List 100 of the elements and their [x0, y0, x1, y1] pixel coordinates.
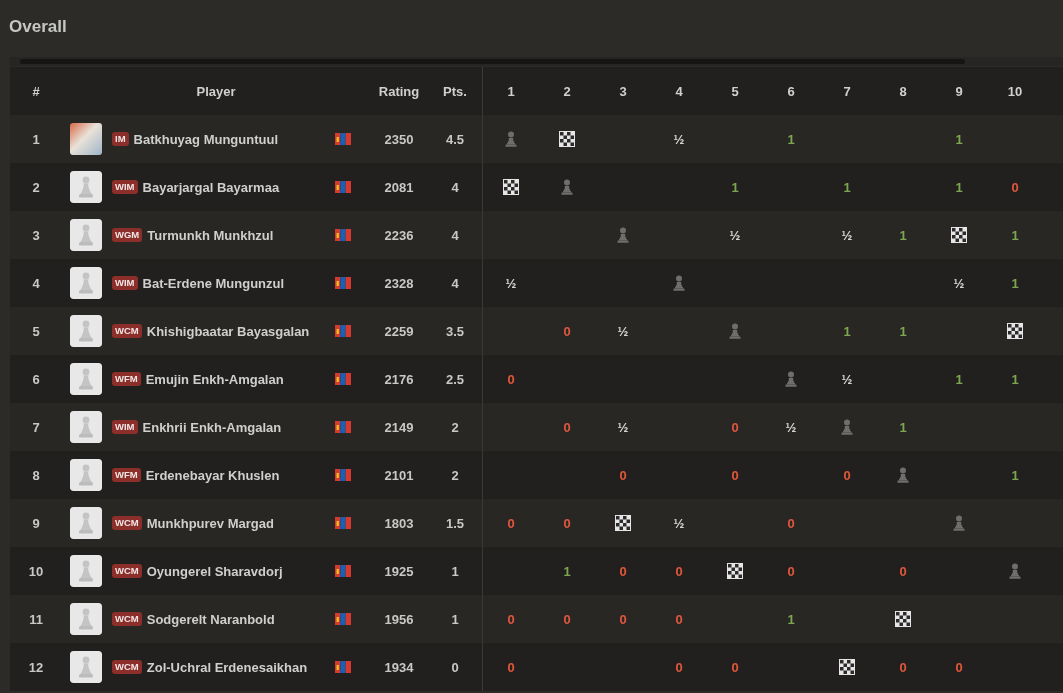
result-cell: 1: [1011, 371, 1019, 387]
player-name[interactable]: Erdenebayar Khuslen: [145, 467, 335, 483]
flag-icon: [335, 613, 351, 625]
pawn-avatar-icon: [70, 171, 102, 203]
rating-cell-text: 2236: [383, 226, 415, 245]
pawn-avatar-icon: [70, 603, 102, 635]
result-cell: ½: [617, 323, 629, 339]
title-badge: WCM: [112, 612, 142, 626]
rating-cell-text: 1925: [383, 562, 415, 581]
title-badge: WFM: [112, 372, 141, 386]
result-cell: 1: [1011, 275, 1019, 291]
rating-cell-text: 2081: [383, 178, 415, 197]
result-cell: 1: [563, 563, 571, 579]
result-cell: 1: [1011, 467, 1019, 483]
rank-cell-text: 3: [31, 226, 41, 245]
flag-icon: [335, 133, 351, 145]
result-cell: 0: [955, 659, 963, 675]
result-cell: 1: [787, 131, 795, 147]
player-name[interactable]: Emujin Enkh-Amgalan: [145, 371, 335, 387]
player-name[interactable]: Zol-Uchral Erdenesaikhan: [146, 659, 335, 675]
result-cell: 0: [675, 563, 683, 579]
result-cell: ½: [673, 131, 685, 147]
flag-icon: [335, 325, 351, 337]
points-cell-text: 2: [450, 466, 460, 485]
result-cell: ½: [505, 275, 517, 291]
pawn-avatar-icon: [70, 507, 102, 539]
result-cell: ½: [841, 227, 853, 243]
result-cell: 0: [507, 515, 515, 531]
flag-icon: [335, 517, 351, 529]
pawn-icon: [616, 227, 630, 243]
rank-cell-text: 9: [31, 514, 41, 533]
rating-cell-text: 2259: [383, 322, 415, 341]
round-header: 4: [674, 82, 684, 101]
result-cell: 0: [507, 659, 515, 675]
points-cell-text: 1.5: [444, 514, 466, 533]
pawn-icon: [504, 131, 518, 147]
pawn-icon: [728, 323, 742, 339]
title-badge: WIM: [112, 276, 138, 290]
rating-cell-text: 1956: [383, 610, 415, 629]
result-cell: ½: [617, 419, 629, 435]
result-cell: 1: [843, 323, 851, 339]
rating-cell-text: 2350: [383, 130, 415, 149]
result-cell: 1: [787, 611, 795, 627]
flag-icon: [335, 373, 351, 385]
result-cell: 0: [899, 659, 907, 675]
chessboard-icon: [895, 611, 911, 627]
player-name[interactable]: Bat-Erdene Mungunzul: [142, 275, 335, 291]
pawn-avatar-icon: [70, 651, 102, 683]
round-header: 8: [898, 82, 908, 101]
points-cell-text: 2: [450, 418, 460, 437]
result-cell: 0: [619, 611, 627, 627]
photo-placeholder: [70, 123, 102, 155]
result-cell: 0: [731, 467, 739, 483]
rating-cell-text: 1934: [383, 658, 415, 677]
pawn-avatar-icon: [70, 315, 102, 347]
result-cell: 0: [563, 515, 571, 531]
flag-icon: [335, 421, 351, 433]
points-cell-text: 1: [450, 610, 460, 629]
points-cell-text: 2.5: [444, 370, 466, 389]
rating-cell-text: 2149: [383, 418, 415, 437]
player-name[interactable]: Turmunkh Munkhzul: [147, 227, 335, 243]
horizontal-scrollbar[interactable]: [10, 57, 1063, 66]
player-name[interactable]: Bayarjargal Bayarmaa: [142, 179, 335, 195]
player-name[interactable]: Enkhrii Enkh-Amgalan: [142, 419, 335, 435]
result-cell: 0: [899, 563, 907, 579]
rank-cell-text: 4: [31, 274, 41, 293]
result-cell: 1: [955, 131, 963, 147]
pawn-icon: [952, 515, 966, 531]
result-cell: 0: [619, 563, 627, 579]
points-cell-text: 4: [450, 274, 460, 293]
rank-cell-text: 10: [27, 562, 45, 581]
rank-cell-text: 12: [27, 658, 45, 677]
player-name[interactable]: Khishigbaatar Bayasgalan: [146, 323, 335, 339]
rank-cell-text: 2: [31, 178, 41, 197]
pawn-avatar-icon: [70, 267, 102, 299]
round-header: 1: [506, 82, 516, 101]
player-name[interactable]: Batkhuyag Munguntuul: [133, 131, 335, 147]
column-header: Pts.: [442, 82, 468, 101]
pawn-avatar-icon: [70, 555, 102, 587]
player-name[interactable]: Munkhpurev Margad: [146, 515, 335, 531]
player-name[interactable]: Oyungerel Sharavdorj: [146, 563, 335, 579]
title-badge: WIM: [112, 180, 138, 194]
points-cell-text: 4: [450, 178, 460, 197]
column-header: Rating: [377, 82, 421, 101]
result-cell: 0: [787, 563, 795, 579]
round-header: 3: [618, 82, 628, 101]
section-title: Overall: [8, 16, 68, 38]
rank-cell-text: 1: [31, 130, 41, 149]
rank-cell-text: 8: [31, 466, 41, 485]
player-name[interactable]: Sodgerelt Naranbold: [146, 611, 335, 627]
result-cell: 0: [675, 611, 683, 627]
result-cell: 1: [899, 227, 907, 243]
rating-cell-text: 2101: [383, 466, 415, 485]
round-header: 6: [786, 82, 796, 101]
title-badge: WCM: [112, 516, 142, 530]
points-cell-text: 0: [450, 658, 460, 677]
rank-cell-text: 11: [28, 610, 44, 629]
pawn-icon: [840, 419, 854, 435]
title-badge: WCM: [112, 660, 142, 674]
rating-cell-text: 2176: [383, 370, 415, 389]
